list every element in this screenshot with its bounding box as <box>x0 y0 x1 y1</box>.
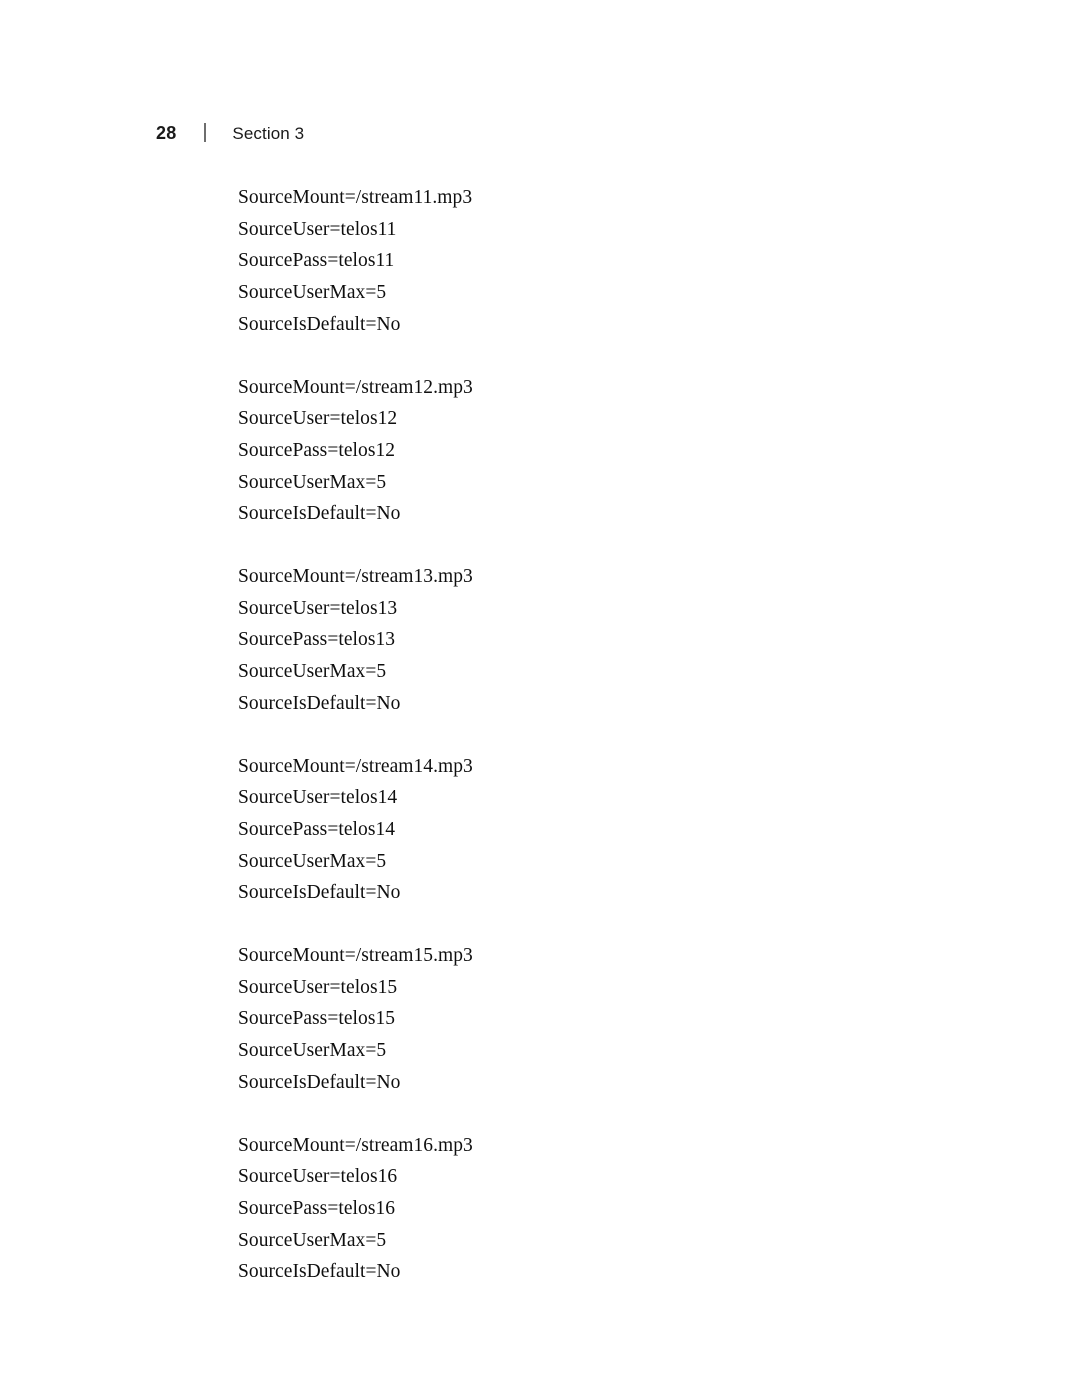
config-line: SourcePass=telos11 <box>238 250 395 272</box>
header-divider-icon <box>204 123 207 142</box>
config-listing: SourceMount=/stream11.mp3 SourceUser=tel… <box>238 182 878 1288</box>
config-line: SourceUserMax=5 <box>238 850 387 872</box>
config-line: SourceIsDefault=No <box>238 882 401 904</box>
config-line: SourcePass=telos14 <box>238 818 396 840</box>
config-block: SourceMount=/stream15.mp3 SourceUser=tel… <box>238 940 878 1099</box>
config-line: SourceUserMax=5 <box>238 661 387 683</box>
config-line: SourceUser=telos11 <box>238 218 397 240</box>
config-line: SourceUserMax=5 <box>238 1229 387 1251</box>
config-line: SourceUserMax=5 <box>238 282 387 304</box>
config-block: SourceMount=/stream14.mp3 SourceUser=tel… <box>238 751 878 910</box>
section-title: Section 3 <box>232 124 305 143</box>
config-line: SourceMount=/stream13.mp3 <box>238 566 473 588</box>
config-line: SourceIsDefault=No <box>238 313 401 335</box>
config-block: SourceMount=/stream11.mp3 SourceUser=tel… <box>238 182 878 341</box>
config-block: SourceMount=/stream13.mp3 SourceUser=tel… <box>238 561 878 720</box>
config-line: SourceMount=/stream14.mp3 <box>238 755 473 777</box>
document-page: 28 Section 3 SourceMount=/stream11.mp3 S… <box>0 0 1080 1397</box>
running-header: 28 Section 3 <box>156 120 304 142</box>
config-line: SourceIsDefault=No <box>238 1071 401 1093</box>
config-line: SourcePass=telos13 <box>238 629 396 651</box>
config-line: SourceMount=/stream16.mp3 <box>238 1134 473 1156</box>
config-line: SourceUser=telos14 <box>238 787 398 809</box>
config-line: SourceIsDefault=No <box>238 692 401 714</box>
config-line: SourcePass=telos16 <box>238 1197 396 1219</box>
page-number: 28 <box>156 123 177 143</box>
config-line: SourceUser=telos13 <box>238 597 398 619</box>
config-line: SourceUserMax=5 <box>238 1040 387 1062</box>
config-line: SourceMount=/stream15.mp3 <box>238 945 473 967</box>
config-line: SourceIsDefault=No <box>238 1261 401 1283</box>
config-line: SourceMount=/stream12.mp3 <box>238 376 473 398</box>
config-line: SourceMount=/stream11.mp3 <box>238 187 473 208</box>
config-line: SourceUser=telos12 <box>238 408 398 430</box>
config-line: SourceUserMax=5 <box>238 471 387 493</box>
config-line: SourcePass=telos12 <box>238 439 396 461</box>
config-line: SourceIsDefault=No <box>238 503 401 525</box>
config-block: SourceMount=/stream12.mp3 SourceUser=tel… <box>238 372 878 531</box>
config-line: SourceUser=telos16 <box>238 1166 398 1188</box>
config-block: SourceMount=/stream16.mp3 SourceUser=tel… <box>238 1130 878 1289</box>
config-line: SourceUser=telos15 <box>238 976 398 998</box>
config-line: SourcePass=telos15 <box>238 1008 396 1030</box>
